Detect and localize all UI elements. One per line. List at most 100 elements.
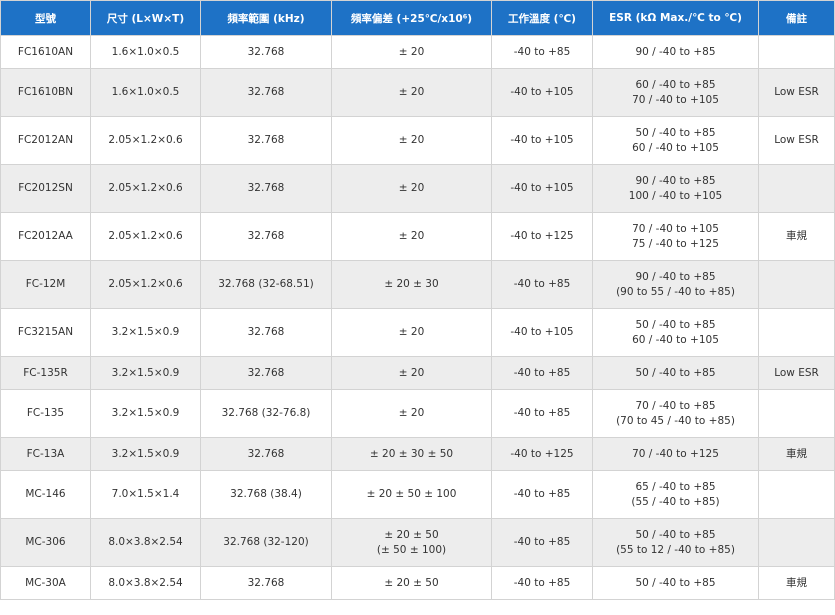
cell-esr-line: 60 / -40 to +105 (632, 333, 719, 346)
cell-frequency-range: 32.768 (200, 566, 332, 600)
cell-size: 2.05×1.2×0.6 (90, 260, 201, 309)
table-row: MC-146 7.0×1.5×1.4 32.768 (38.4) ± 20 ± 50 … (0, 470, 835, 519)
cell-frequency-range: 32.768 (200, 164, 332, 213)
cell-frequency-range: 32.768 (200, 437, 332, 471)
table-row: FC3215AN 3.2×1.5×0.9 32.768 ± 20 -40 to +105… (0, 308, 835, 357)
header-model: 型號 (0, 0, 91, 36)
cell-esr: 50 / -40 to +85 60 / -40 to +105 (592, 308, 759, 357)
cell-model: FC-13A (0, 437, 91, 471)
cell-frequency-range: 32.768 (200, 68, 332, 117)
cell-model: FC2012AN (0, 116, 91, 165)
cell-esr-line: (55 / -40 to +85) (631, 495, 720, 508)
cell-model: FC-12M (0, 260, 91, 309)
table-body: FC1610AN 1.6×1.0×0.5 32.768 ± 20 -40 to +85 9… (0, 35, 835, 600)
cell-size: 3.2×1.5×0.9 (90, 308, 201, 357)
table-row: FC-13A 3.2×1.5×0.9 32.768 ± 20 ± 30 ± 50 -40… (0, 437, 835, 471)
header-frequency-tolerance: 頻率偏差 (+25℃/x10⁶) (331, 0, 492, 36)
cell-frequency-range: 32.768 (200, 212, 332, 261)
cell-operating-temperature: -40 to +85 (491, 260, 593, 309)
cell-frequency-tolerance-line: ± 20 ± 50 ± 100 (366, 488, 457, 500)
cell-size: 2.05×1.2×0.6 (90, 116, 201, 165)
cell-remarks (758, 35, 835, 69)
crystal-spec-table: 型號 尺寸 (L×W×T) 頻率範圍 (kHz) 頻率偏差 (+25℃/x10⁶… (0, 0, 835, 600)
cell-operating-temperature: -40 to +85 (491, 35, 593, 69)
cell-remarks (758, 518, 835, 567)
cell-frequency-tolerance-line: ± 20 (398, 45, 425, 58)
cell-frequency-tolerance-line: ± 20 (398, 407, 425, 419)
header-size: 尺寸 (L×W×T) (90, 0, 201, 36)
cell-model: FC-135R (0, 356, 91, 390)
cell-esr: 50 / -40 to +85 (592, 566, 759, 600)
table-row: MC-30A 8.0×3.8×2.54 32.768 ± 20 ± 50 -40 to … (0, 566, 835, 600)
cell-operating-temperature: -40 to +105 (491, 68, 593, 117)
table-row: FC2012SN 2.05×1.2×0.6 32.768 ± 20 -40 to +10… (0, 164, 835, 213)
cell-esr-line: 70 / -40 to +125 (632, 447, 719, 460)
header-operating-temperature: 工作溫度 (℃) (491, 0, 593, 36)
cell-frequency-tolerance: ± 20 ± 30 ± 50 (331, 437, 492, 471)
cell-frequency-tolerance-line: ± 20 (398, 326, 425, 338)
cell-esr: 70 / -40 to +125 (592, 437, 759, 471)
cell-esr-line: 100 / -40 to +105 (628, 189, 723, 202)
cell-frequency-tolerance: ± 20 (331, 164, 492, 213)
cell-frequency-range: 32.768 (200, 35, 332, 69)
cell-size: 2.05×1.2×0.6 (90, 164, 201, 213)
header-frequency-range: 頻率範圍 (kHz) (200, 0, 332, 36)
cell-remarks (758, 260, 835, 309)
cell-esr: 90 / -40 to +85 (592, 35, 759, 69)
cell-esr-line: 90 / -40 to +85 (635, 174, 716, 187)
cell-model: FC2012SN (0, 164, 91, 213)
header-remarks: 備註 (758, 0, 835, 36)
cell-remarks: Low ESR (758, 356, 835, 390)
cell-frequency-tolerance-line: ± 20 ± 30 ± 50 (369, 447, 454, 460)
cell-esr: 90 / -40 to +85 (90 to 55 / -40 to +85) (592, 260, 759, 309)
cell-operating-temperature: -40 to +125 (491, 212, 593, 261)
cell-operating-temperature: -40 to +85 (491, 470, 593, 519)
cell-size: 8.0×3.8×2.54 (90, 518, 201, 567)
cell-operating-temperature: -40 to +85 (491, 518, 593, 567)
cell-esr-line: 70 / -40 to +105 (632, 222, 719, 235)
cell-esr-line: 65 / -40 to +85 (635, 480, 716, 493)
table-row: FC1610AN 1.6×1.0×0.5 32.768 ± 20 -40 to +85 9… (0, 35, 835, 69)
cell-esr: 50 / -40 to +85 (592, 356, 759, 390)
table-row: FC-12M 2.05×1.2×0.6 32.768 (32-68.51) ± 20 … (0, 260, 835, 309)
cell-operating-temperature: -40 to +85 (491, 356, 593, 390)
cell-frequency-tolerance-line: ± 20 (398, 134, 425, 146)
cell-model: MC-30A (0, 566, 91, 600)
table-row: FC-135R 3.2×1.5×0.9 32.768 ± 20 -40 to +85 50… (0, 356, 835, 390)
cell-frequency-tolerance-line: (± 50 ± 100) (376, 543, 447, 556)
table-row: FC2012AA 2.05×1.2×0.6 32.768 ± 20 -40 to +12… (0, 212, 835, 261)
cell-esr-line: 90 / -40 to +85 (635, 270, 716, 283)
cell-model: FC1610AN (0, 35, 91, 69)
cell-model: MC-306 (0, 518, 91, 567)
cell-frequency-range: 32.768 (32-76.8) (200, 389, 332, 438)
cell-frequency-tolerance-line: ± 20 ± 50 (384, 528, 439, 541)
table-header-row: 型號 尺寸 (L×W×T) 頻率範圍 (kHz) 頻率偏差 (+25℃/x10⁶… (0, 0, 835, 36)
cell-frequency-tolerance: ± 20 ± 50 (331, 566, 492, 600)
cell-remarks (758, 389, 835, 438)
cell-frequency-tolerance: ± 20 (331, 212, 492, 261)
cell-size: 3.2×1.5×0.9 (90, 437, 201, 471)
cell-frequency-tolerance: ± 20 ± 50 ± 100 (331, 470, 492, 519)
cell-esr-line: 90 / -40 to +85 (635, 45, 716, 58)
cell-operating-temperature: -40 to +105 (491, 308, 593, 357)
cell-frequency-tolerance: ± 20 (331, 68, 492, 117)
cell-size: 3.2×1.5×0.9 (90, 389, 201, 438)
cell-esr-line: 75 / -40 to +125 (632, 237, 719, 250)
cell-frequency-tolerance-line: ± 20 ± 30 (384, 278, 439, 290)
cell-frequency-range: 32.768 (38.4) (200, 470, 332, 519)
cell-esr-line: 60 / -40 to +105 (632, 141, 719, 154)
cell-remarks (758, 308, 835, 357)
cell-remarks: 車規 (758, 566, 835, 600)
cell-esr: 50 / -40 to +85 (55 to 12 / -40 to +85) (592, 518, 759, 567)
cell-frequency-tolerance-line: ± 20 (398, 182, 425, 194)
cell-model: MC-146 (0, 470, 91, 519)
cell-frequency-tolerance-line: ± 20 (398, 86, 425, 98)
cell-size: 8.0×3.8×2.54 (90, 566, 201, 600)
cell-operating-temperature: -40 to +125 (491, 437, 593, 471)
cell-operating-temperature: -40 to +105 (491, 164, 593, 213)
cell-frequency-range: 32.768 (200, 356, 332, 390)
header-esr: ESR (kΩ Max./℃ to ℃) (592, 0, 759, 36)
cell-frequency-tolerance: ± 20 ± 50 (± 50 ± 100) (331, 518, 492, 567)
cell-frequency-tolerance: ± 20 (331, 35, 492, 69)
cell-frequency-tolerance: ± 20 ± 30 (331, 260, 492, 309)
